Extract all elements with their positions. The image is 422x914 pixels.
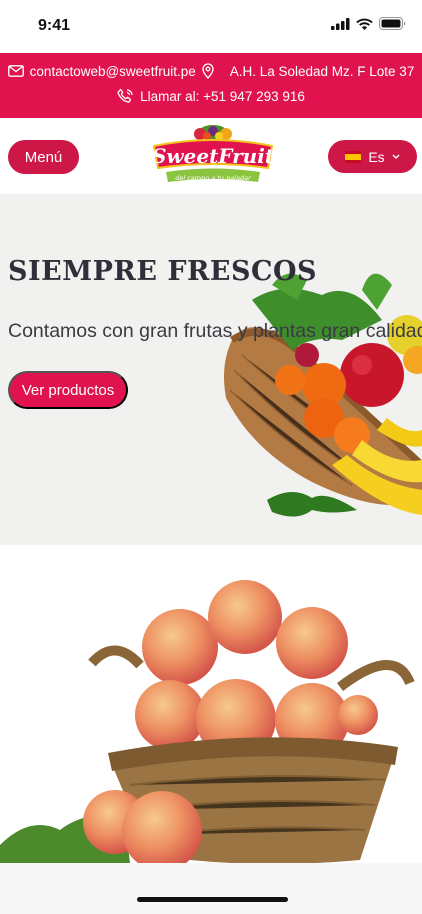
browser-bottom-bar (0, 863, 422, 914)
mail-icon (7, 65, 24, 77)
home-indicator[interactable] (137, 897, 288, 902)
contact-address: A.H. La Soledad Mz. F Lote 37 (229, 63, 415, 79)
hero-subtitle: Contamos con gran frutas y plantas gran … (8, 320, 422, 342)
contact-email[interactable]: contactoweb@sweetfruit.pe (30, 64, 196, 79)
contact-bar: contactoweb@sweetfruit.pe A.H. La Soleda… (0, 53, 422, 118)
view-products-button[interactable]: Ver productos (8, 371, 128, 409)
svg-text:SweetFruit: SweetFruit (152, 144, 274, 168)
peach-basket-section (0, 545, 422, 863)
contact-phone[interactable]: Llamar al: +51 947 293 916 (140, 89, 305, 104)
signal-icon (331, 17, 350, 30)
svg-text:del campo a tu paladar: del campo a tu paladar (175, 174, 252, 182)
chevron-down-icon (392, 154, 400, 159)
fruit-basket-image (224, 273, 422, 517)
wifi-icon (356, 18, 373, 30)
battery-icon (379, 17, 406, 30)
location-pin-icon (202, 63, 214, 79)
phone-icon (117, 88, 133, 103)
peach-basket-image (0, 580, 415, 863)
language-selector[interactable]: Es (328, 140, 417, 173)
status-bar: 9:41 (0, 0, 422, 53)
language-label: Es (368, 148, 385, 165)
status-icons (331, 17, 406, 30)
menu-button[interactable]: Menú (8, 140, 79, 174)
hero-banner: SIEMPRE FRESCOS Contamos con gran frutas… (0, 194, 422, 545)
hero-title: SIEMPRE FRESCOS (8, 256, 318, 287)
sweetfruit-logo[interactable]: SweetFruit del campo a tu paladar (152, 124, 274, 188)
status-time: 9:41 (38, 17, 71, 34)
site-header: Menú SweetFruit del campo a tu paladar E… (0, 118, 422, 195)
spain-flag-icon (345, 150, 362, 163)
